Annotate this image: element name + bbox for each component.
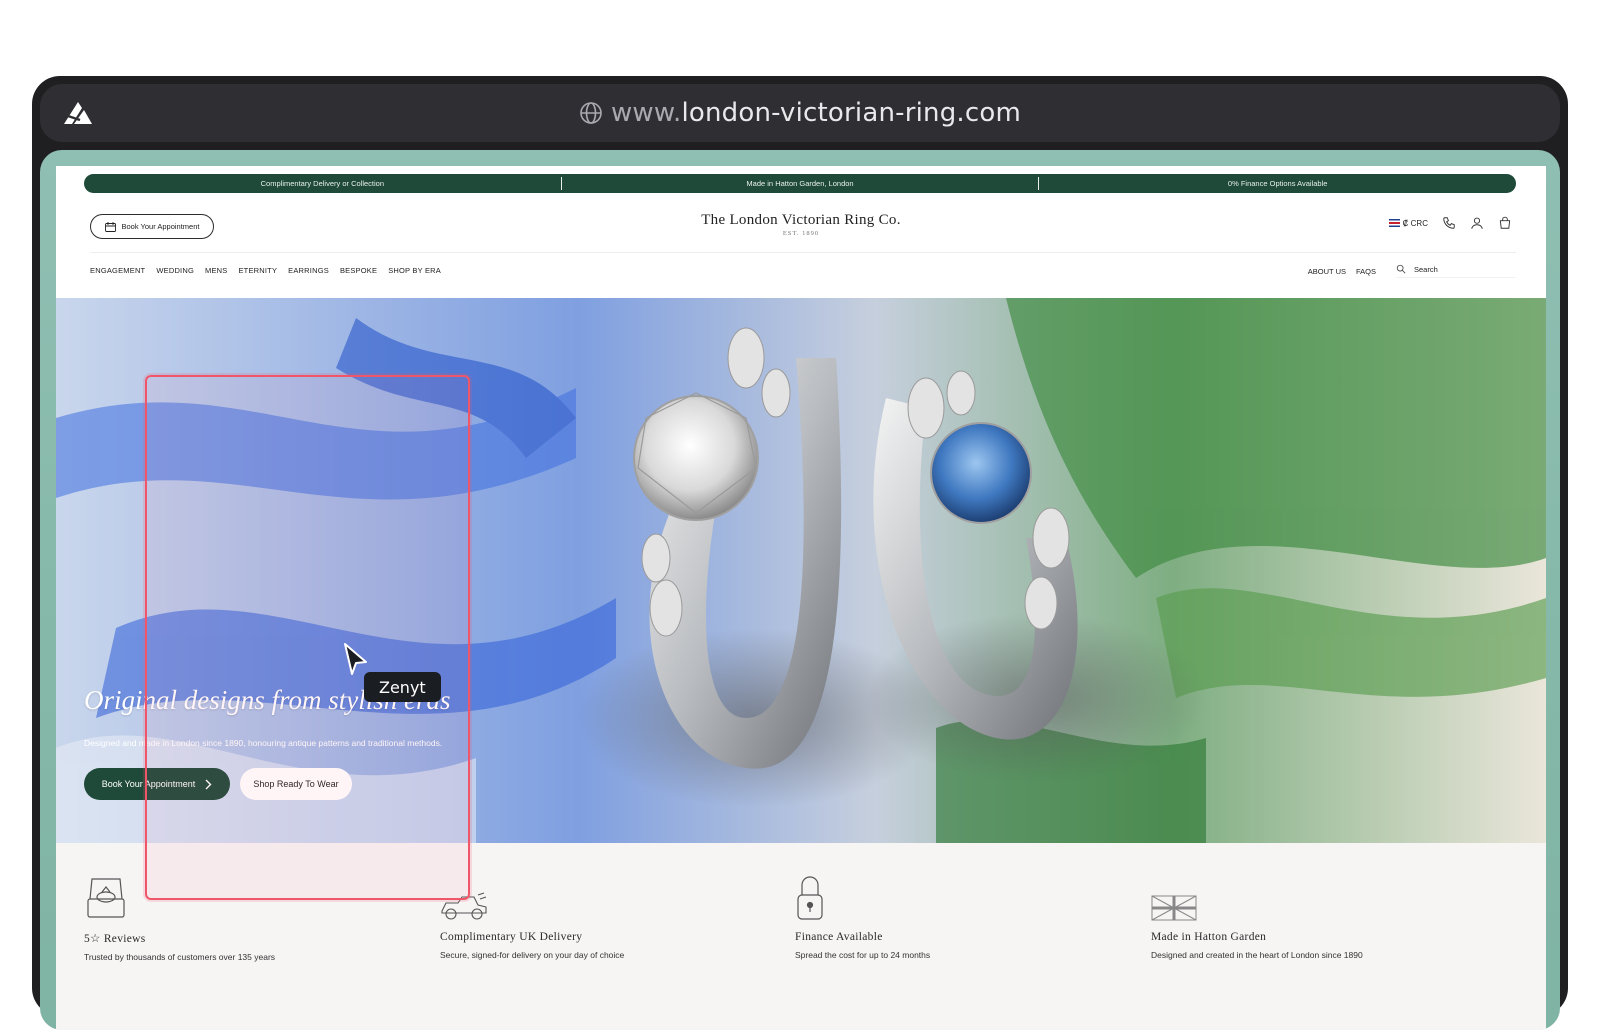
nav-item-earrings[interactable]: EARRINGS <box>288 266 329 275</box>
secondary-nav: ABOUT US FAQS Search <box>1308 264 1516 278</box>
account-icon[interactable] <box>1470 216 1484 230</box>
feature-description: Secure, signed-for delivery on your day … <box>440 950 625 960</box>
feature-description: Designed and created in the heart of Lon… <box>1151 950 1363 960</box>
costa-rica-flag-icon <box>1388 218 1400 227</box>
feature-description: Spread the cost for up to 24 months <box>795 950 931 960</box>
padlock-icon <box>797 876 823 920</box>
search-icon <box>1396 264 1406 274</box>
currency-label: ₡ CRC <box>1402 218 1428 228</box>
url-text[interactable]: www.london-victorian-ring.com <box>40 98 1560 128</box>
selection-highlight <box>145 375 470 900</box>
feature-made-in-hatton-garden: Made in Hatton Garden Designed and creat… <box>1151 871 1481 960</box>
feature-description: Trusted by thousands of customers over 1… <box>84 952 276 962</box>
site-header: Book Your Appointment The London Victori… <box>56 200 1546 252</box>
currency-selector[interactable]: ₡ CRC <box>1388 218 1428 228</box>
mouse-cursor-icon <box>344 643 367 675</box>
cursor-label: Zenyt <box>364 672 441 702</box>
announcement-item: Complimentary Delivery or Collection <box>260 179 385 188</box>
address-bar[interactable]: www.london-victorian-ring.com <box>40 84 1560 142</box>
site-logo[interactable]: The London Victorian Ring Co. EST. 1890 <box>56 212 1546 237</box>
ring-box-icon <box>87 878 125 918</box>
feature-title: Complimentary UK Delivery <box>440 931 583 943</box>
feature-title: 5☆ Reviews <box>84 933 146 945</box>
bag-icon[interactable] <box>1498 216 1512 230</box>
feature-title: Made in Hatton Garden <box>1151 931 1267 943</box>
union-jack-icon <box>1151 895 1197 921</box>
feature-title: Finance Available <box>795 931 883 943</box>
nav-item-eternity[interactable]: ETERNITY <box>238 266 277 275</box>
main-nav: ENGAGEMENT WEDDING MENS ETERNITY EARRING… <box>90 266 441 275</box>
header-actions: ₡ CRC <box>1388 216 1512 230</box>
nav-item-about-us[interactable]: ABOUT US <box>1308 267 1346 276</box>
nav-item-faqs[interactable]: FAQS <box>1356 267 1376 276</box>
url-prefix: www. <box>610 98 682 128</box>
url-domain: london-victorian-ring.com <box>681 98 1022 128</box>
feature-delivery: Complimentary UK Delivery Secure, signed… <box>440 871 770 960</box>
header-divider <box>90 252 1516 253</box>
announcement-item: 0% Finance Options Available <box>1227 179 1328 188</box>
search-input[interactable]: Search <box>1396 264 1516 278</box>
feature-finance: Finance Available Spread the cost for up… <box>795 871 1125 960</box>
announcement-bar: Complimentary Delivery or Collection Mad… <box>84 174 1516 193</box>
logo-name: The London Victorian Ring Co. <box>701 212 901 228</box>
phone-icon[interactable] <box>1442 216 1456 230</box>
nav-item-wedding[interactable]: WEDDING <box>156 266 194 275</box>
nav-item-shop-by-era[interactable]: SHOP BY ERA <box>388 266 441 275</box>
nav-item-mens[interactable]: MENS <box>205 266 227 275</box>
nav-item-bespoke[interactable]: BESPOKE <box>340 266 377 275</box>
search-placeholder: Search <box>1414 264 1438 274</box>
logo-established: EST. 1890 <box>782 230 820 237</box>
announcement-item: Made in Hatton Garden, London <box>746 179 854 188</box>
nav-item-engagement[interactable]: ENGAGEMENT <box>90 266 145 275</box>
globe-icon <box>580 102 602 124</box>
